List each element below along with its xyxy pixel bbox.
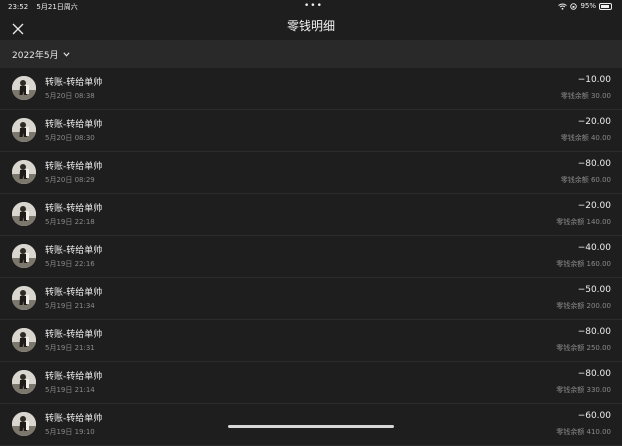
transaction-amount: −40.00 [577,243,611,253]
transaction-time: 5月19日 21:14 [45,386,95,394]
month-selector[interactable]: 2022年5月 [12,48,70,61]
avatar [12,160,36,184]
transaction-time: 5月19日 21:31 [45,344,95,352]
transaction-time: 5月19日 21:34 [45,302,95,310]
chevron-down-icon [63,52,70,57]
nav-bar: 零钱明细 [0,12,622,40]
transaction-amount: −80.00 [577,159,611,169]
transaction-title: 转账-转给单帅 [45,120,103,130]
multitasking-dots-icon[interactable]: ••• [304,2,323,11]
transaction-title: 转账-转给单帅 [45,162,103,172]
transaction-balance: 零钱余额 60.00 [560,176,611,184]
transaction-amount: −80.00 [577,369,611,379]
avatar [12,328,36,352]
transaction-balance: 零钱余额 30.00 [560,92,611,100]
transaction-title: 转账-转给单帅 [45,78,103,88]
wifi-icon [558,3,568,10]
transaction-amount: −50.00 [577,285,611,295]
avatar [12,412,36,436]
status-time-date: 23:52 5月21日周六 [8,2,84,12]
battery-percent: 95% [580,2,596,10]
transaction-amount: −20.00 [577,201,611,211]
transaction-amount: −20.00 [577,117,611,127]
avatar [12,244,36,268]
avatar [12,76,36,100]
transaction-row[interactable]: 转账-转给单帅 5月19日 21:14 −80.00 零钱余额 330.00 [0,362,622,404]
orientation-lock-icon [570,2,578,10]
transaction-row[interactable]: 转账-转给单帅 5月19日 21:34 −50.00 零钱余额 200.00 [0,278,622,320]
transaction-list: 转账-转给单帅 5月20日 08:38 −10.00 零钱余额 30.00 转账-转给单… [0,68,622,446]
status-bar: 23:52 5月21日周六 ••• 95% [0,0,622,12]
transaction-row[interactable]: 转账-转给单帅 5月20日 08:29 −80.00 零钱余额 60.00 [0,152,622,194]
status-indicators: 95% [558,2,612,10]
avatar [12,286,36,310]
transaction-balance: 零钱余额 160.00 [556,260,611,268]
avatar [12,370,36,394]
transaction-time: 5月19日 19:10 [45,428,95,436]
transaction-row[interactable]: 转账-转给单帅 5月19日 22:16 −40.00 零钱余额 160.00 [0,236,622,278]
status-time: 23:52 [8,3,29,11]
transaction-title: 转账-转给单帅 [45,330,103,340]
transaction-time: 5月19日 22:18 [45,218,95,226]
transaction-row[interactable]: 转账-转给单帅 5月19日 21:31 −80.00 零钱余额 250.00 [0,320,622,362]
status-date: 5月21日周六 [36,3,78,11]
page-title: 零钱明细 [286,19,335,33]
battery-icon [599,2,612,10]
transaction-amount: −60.00 [577,411,611,421]
transaction-title: 转账-转给单帅 [45,372,103,382]
transaction-balance: 零钱余额 250.00 [556,344,611,352]
transaction-title: 转账-转给单帅 [45,246,103,256]
transaction-time: 5月19日 22:16 [45,260,95,268]
transaction-balance: 零钱余额 410.00 [556,428,611,436]
transaction-time: 5月20日 08:29 [45,176,95,184]
transaction-title: 转账-转给单帅 [45,288,103,298]
month-filter-bar: 2022年5月 [0,40,622,68]
transaction-amount: −80.00 [577,327,611,337]
transaction-balance: 零钱余额 330.00 [556,386,611,394]
transaction-title: 转账-转给单帅 [45,204,103,214]
transaction-balance: 零钱余额 140.00 [556,218,611,226]
avatar [12,202,36,226]
transaction-balance: 零钱余额 40.00 [560,134,611,142]
home-indicator[interactable] [228,425,394,428]
transaction-row[interactable]: 转账-转给单帅 5月20日 08:30 −20.00 零钱余额 40.00 [0,110,622,152]
transaction-time: 5月20日 08:38 [45,92,95,100]
month-label: 2022年5月 [12,51,59,61]
avatar [12,118,36,142]
transaction-row[interactable]: 转账-转给单帅 5月19日 22:18 −20.00 零钱余额 140.00 [0,194,622,236]
transaction-row[interactable]: 转账-转给单帅 5月20日 08:38 −10.00 零钱余额 30.00 [0,68,622,110]
transaction-amount: −10.00 [577,75,611,85]
transaction-title: 转账-转给单帅 [45,414,103,424]
transaction-time: 5月20日 08:30 [45,134,95,142]
transaction-balance: 零钱余额 200.00 [556,302,611,310]
